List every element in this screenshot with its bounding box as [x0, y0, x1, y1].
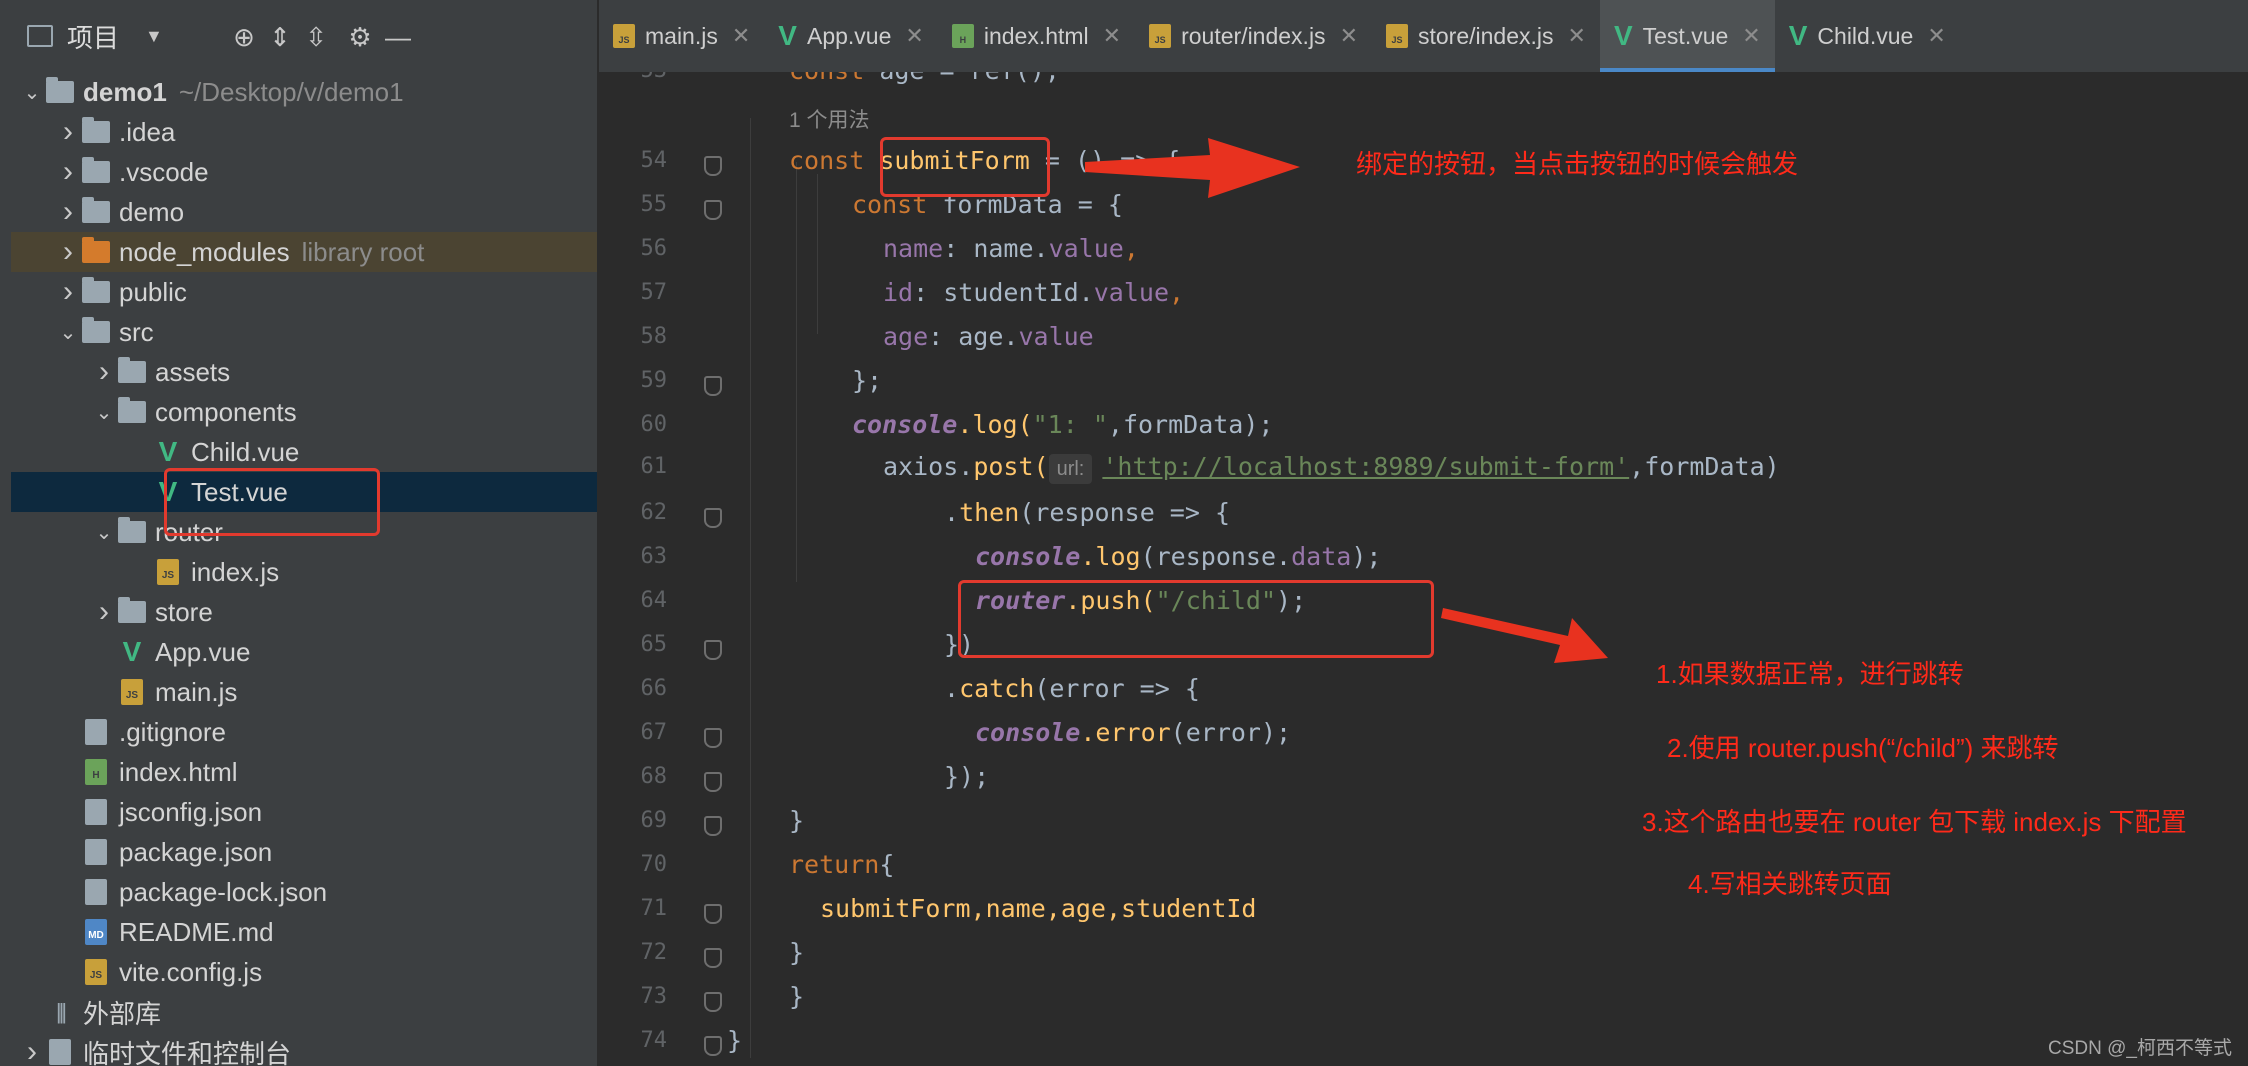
annotation-step-3: 3.这个路由也要在 router 包下载 index.js 下配置: [1642, 807, 2187, 837]
annotation-step-1: 1.如果数据正常，进行跳转: [1656, 659, 1964, 689]
annotation-step-2: 2.使用 router.push(“/child”) 来跳转: [1667, 733, 2059, 763]
arrow-to-steps: [1441, 608, 1608, 663]
watermark: CSDN @_柯西不等式: [2048, 1038, 2232, 1059]
annotation-submit-note: 绑定的按钮，当点击按钮的时候会触发: [1356, 149, 1799, 179]
arrow-to-submit-note: [1085, 138, 1300, 198]
annotation-arrows: [1085, 138, 1608, 663]
annotation-step-4: 4.写相关跳转页面: [1688, 869, 1892, 899]
